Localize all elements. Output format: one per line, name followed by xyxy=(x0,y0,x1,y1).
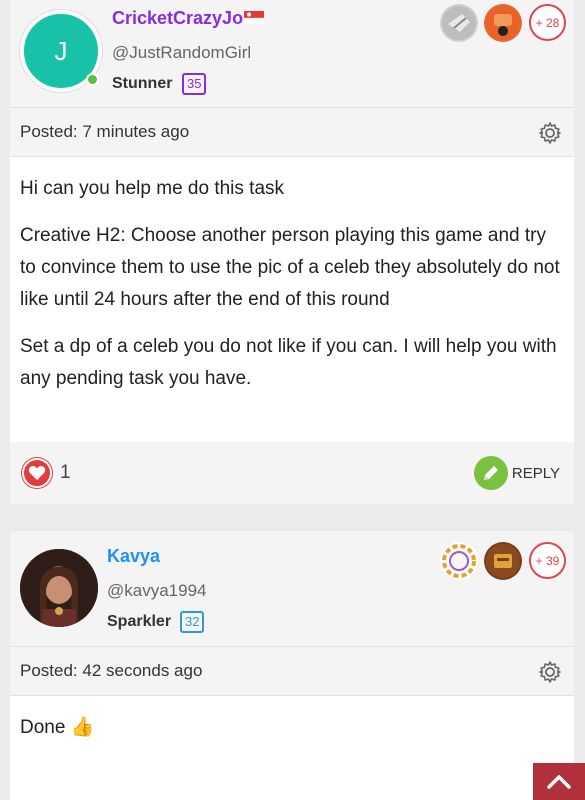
more-badges-button[interactable]: + 39 xyxy=(529,542,566,579)
post-paragraph: Done 👍 xyxy=(20,712,564,744)
post-paragraph: Set a dp of a celeb you do not like if y… xyxy=(20,336,557,389)
flower-badge-icon[interactable] xyxy=(440,542,478,580)
avatar[interactable]: J xyxy=(20,10,102,92)
chevron-up-icon xyxy=(547,774,571,789)
posted-time: Posted: 7 minutes ago xyxy=(20,122,190,141)
achievement-badge-icon[interactable] xyxy=(440,4,478,42)
singapore-flag-icon xyxy=(244,11,264,25)
heart-icon[interactable] xyxy=(22,458,52,488)
posted-time: Posted: 42 seconds ago xyxy=(20,661,203,680)
thumbs-up-emoji: 👍 xyxy=(70,717,95,738)
reply-label: REPLY xyxy=(511,464,560,482)
post-actions-bar: 1 REPLY xyxy=(10,442,574,504)
author-rank: Stunner xyxy=(112,75,173,92)
like-count: 1 xyxy=(60,462,71,483)
author-rank: Sparkler xyxy=(107,613,172,630)
avatar-photo xyxy=(20,549,98,627)
author-handle: @JustRandomGirl xyxy=(112,43,252,62)
post-author-header: J CricketCrazyJo @JustRandomGirl Stunner… xyxy=(10,0,574,107)
gear-icon[interactable] xyxy=(538,121,562,145)
more-badges-button[interactable]: + 28 xyxy=(529,4,566,41)
level-badge: 32 xyxy=(180,611,205,633)
post-paragraph: Creative H2: Choose another person playi… xyxy=(20,225,560,310)
avatar[interactable] xyxy=(20,549,98,627)
post-card: J CricketCrazyJo @JustRandomGirl Stunner… xyxy=(10,0,574,504)
author-name[interactable]: Kavya xyxy=(107,546,160,567)
post-paragraph: Hi can you help me do this task xyxy=(20,178,285,199)
level-badge: 35 xyxy=(182,73,207,95)
pencil-icon xyxy=(473,456,508,490)
author-name[interactable]: CricketCrazyJo xyxy=(112,8,243,29)
post-body: Hi can you help me do this task Creative… xyxy=(10,157,574,442)
gear-icon[interactable] xyxy=(538,660,562,684)
author-handle: @kavya1994 xyxy=(107,581,207,600)
scroll-to-top-button[interactable] xyxy=(533,763,585,800)
post-card: Kavya @kavya1994 Sparkler 32 + 39 Posted… xyxy=(10,531,574,800)
post-meta-bar: Posted: 7 minutes ago xyxy=(10,107,574,157)
post-author-header: Kavya @kavya1994 Sparkler 32 + 39 xyxy=(10,531,574,646)
reply-button[interactable]: REPLY xyxy=(473,456,560,490)
post-meta-bar: Posted: 42 seconds ago xyxy=(10,646,574,696)
fire-badge-icon[interactable] xyxy=(484,4,522,42)
trophy-badge-icon[interactable] xyxy=(484,542,522,580)
online-status-dot xyxy=(86,73,99,86)
post-body: Done 👍 xyxy=(10,696,574,800)
post-text: Done xyxy=(20,717,66,738)
